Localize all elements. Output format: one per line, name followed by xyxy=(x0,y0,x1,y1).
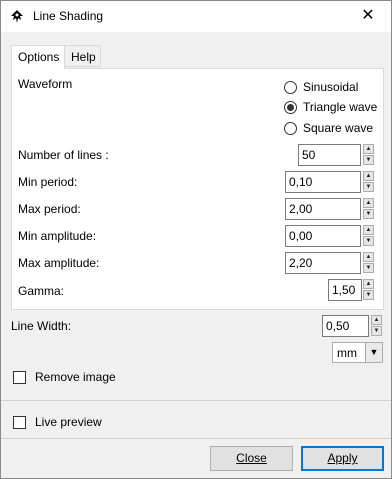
divider xyxy=(1,400,391,401)
waveform-label: Waveform xyxy=(18,77,73,91)
number-of-lines-input[interactable]: 50 xyxy=(298,144,361,166)
unit-select[interactable]: mm ▼ xyxy=(332,342,383,363)
increment-icon[interactable]: ▲ xyxy=(363,252,374,262)
decrement-icon[interactable]: ▼ xyxy=(363,155,374,165)
title-bar: Line Shading ✕ xyxy=(1,1,391,32)
close-icon[interactable]: ✕ xyxy=(350,5,386,27)
dialog-window: Line Shading ✕ Options Help Waveform Sin… xyxy=(0,0,392,479)
sinusoidal-label[interactable]: Sinusoidal xyxy=(303,80,358,94)
number-of-lines-label: Number of lines : xyxy=(18,148,109,162)
number-of-lines-spinner[interactable]: 50 ▲ ▼ xyxy=(298,144,375,166)
triangle-wave-radio[interactable] xyxy=(284,101,297,114)
max-amplitude-input[interactable]: 2,20 xyxy=(285,252,361,274)
max-period-spinner[interactable]: 2,00 ▲ ▼ xyxy=(285,198,375,220)
increment-icon[interactable]: ▲ xyxy=(363,144,374,154)
min-period-label: Min period: xyxy=(18,175,78,189)
tab-help[interactable]: Help xyxy=(65,45,101,67)
max-period-label: Max period: xyxy=(18,202,81,216)
increment-icon[interactable]: ▲ xyxy=(363,198,374,208)
divider xyxy=(1,438,391,439)
min-amplitude-label: Min amplitude: xyxy=(18,229,97,243)
gamma-input[interactable]: 1,50 xyxy=(328,279,362,301)
square-wave-radio[interactable] xyxy=(284,122,297,135)
min-amplitude-input[interactable]: 0,00 xyxy=(285,225,361,247)
chevron-down-icon[interactable]: ▼ xyxy=(365,343,382,362)
window-title: Line Shading xyxy=(33,9,104,23)
decrement-icon[interactable]: ▼ xyxy=(363,290,374,300)
max-amplitude-spinner[interactable]: 2,20 ▲ ▼ xyxy=(285,252,375,274)
line-width-input[interactable]: 0,50 xyxy=(322,315,369,337)
decrement-icon[interactable]: ▼ xyxy=(363,263,374,273)
decrement-icon[interactable]: ▼ xyxy=(363,182,374,192)
increment-icon[interactable]: ▲ xyxy=(371,315,382,325)
max-period-input[interactable]: 2,00 xyxy=(285,198,361,220)
live-preview-label[interactable]: Live preview xyxy=(35,415,102,429)
tab-options[interactable]: Options xyxy=(11,45,65,69)
sinusoidal-radio[interactable] xyxy=(284,81,297,94)
max-amplitude-label: Max amplitude: xyxy=(18,256,100,270)
increment-icon[interactable]: ▲ xyxy=(363,279,374,289)
decrement-icon[interactable]: ▼ xyxy=(363,209,374,219)
live-preview-checkbox[interactable] xyxy=(13,416,26,429)
gamma-spinner[interactable]: 1,50 ▲ ▼ xyxy=(328,279,375,301)
min-period-spinner[interactable]: 0,10 ▲ ▼ xyxy=(285,171,375,193)
increment-icon[interactable]: ▲ xyxy=(363,171,374,181)
remove-image-label[interactable]: Remove image xyxy=(35,370,116,384)
decrement-icon[interactable]: ▼ xyxy=(363,236,374,246)
apply-button[interactable]: Apply xyxy=(301,446,384,471)
line-width-spinner[interactable]: 0,50 ▲ ▼ xyxy=(322,315,383,337)
unit-select-value: mm xyxy=(337,346,357,360)
square-wave-label[interactable]: Square wave xyxy=(303,121,373,135)
min-period-input[interactable]: 0,10 xyxy=(285,171,361,193)
remove-image-checkbox[interactable] xyxy=(13,371,26,384)
increment-icon[interactable]: ▲ xyxy=(363,225,374,235)
min-amplitude-spinner[interactable]: 0,00 ▲ ▼ xyxy=(285,225,375,247)
line-width-label: Line Width: xyxy=(11,319,72,333)
inkscape-icon xyxy=(9,9,25,25)
decrement-icon[interactable]: ▼ xyxy=(371,326,382,336)
gamma-label: Gamma: xyxy=(18,284,65,298)
close-button[interactable]: Close xyxy=(210,446,293,471)
triangle-wave-label[interactable]: Triangle wave xyxy=(303,100,377,114)
